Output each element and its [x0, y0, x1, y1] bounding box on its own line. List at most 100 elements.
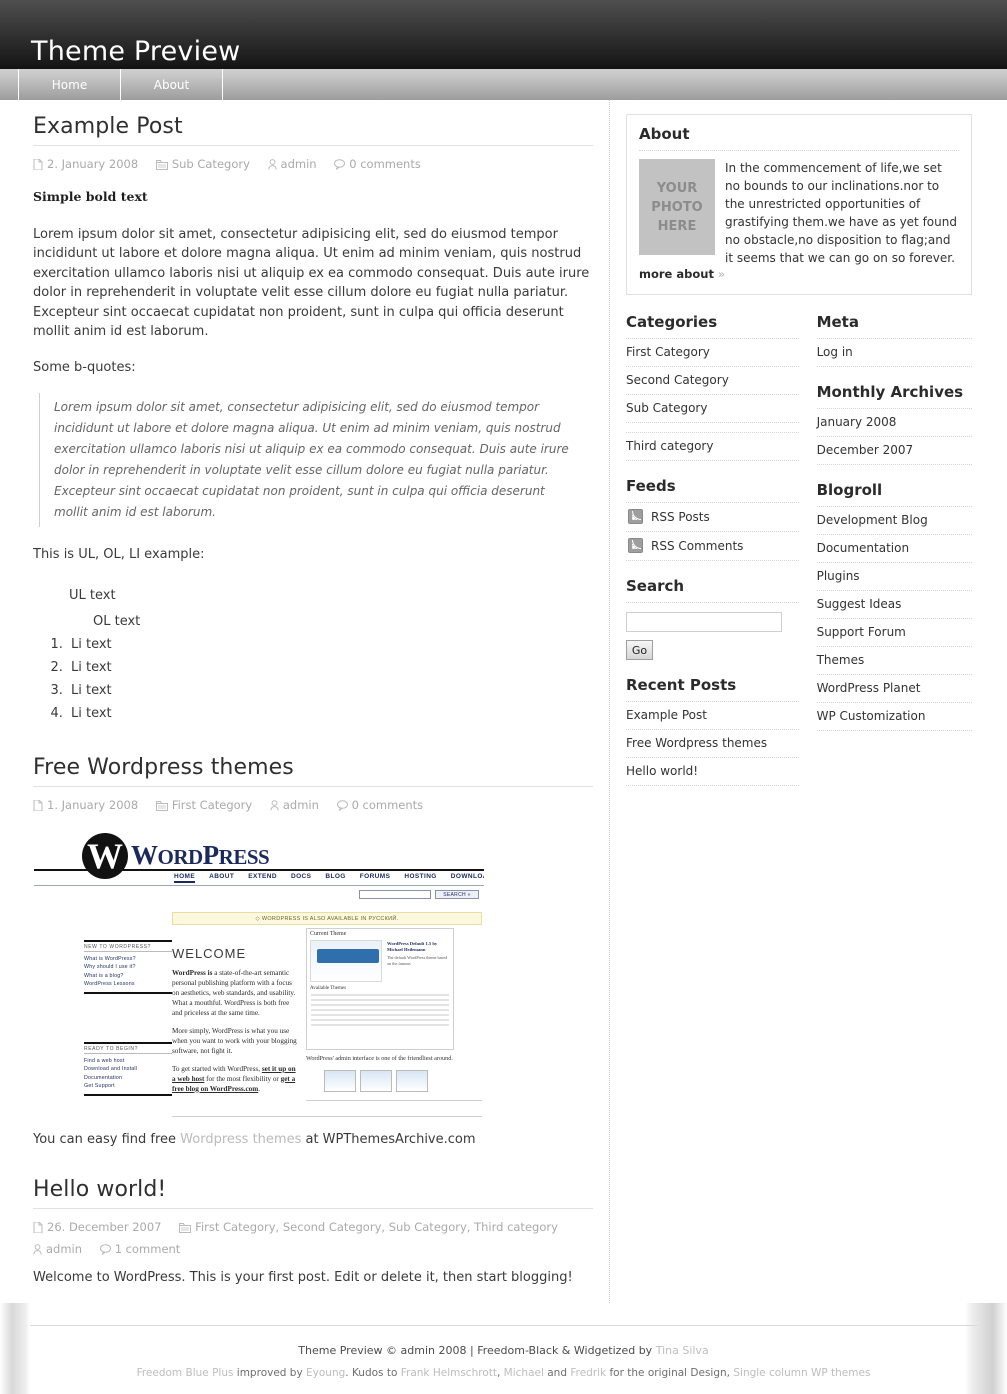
- post-date: 1. January 2008: [47, 797, 139, 812]
- chevron-right-icon: »: [717, 267, 725, 281]
- li-item-1: Li text: [67, 633, 593, 656]
- blogroll-link[interactable]: WordPress Planet: [817, 681, 921, 695]
- search-input[interactable]: [626, 612, 782, 632]
- post-meta: 1. January 2008 First Category admin 0 c…: [33, 794, 593, 816]
- list-item[interactable]: Development Blog: [816, 507, 972, 535]
- list-item[interactable]: Support Forum: [816, 619, 972, 647]
- wp-side-rule: [84, 1093, 172, 1096]
- post-comments-link[interactable]: 0 comments: [349, 157, 421, 171]
- wp-nav-extend: EXTEND: [248, 872, 277, 880]
- wp-side-link: Why should I use it?: [84, 964, 136, 970]
- blogroll-link[interactable]: Themes: [817, 653, 865, 667]
- list-item[interactable]: Example Post: [626, 702, 799, 730]
- category-link[interactable]: Sub Category: [626, 401, 707, 415]
- wp-bottom-rule: [34, 884, 484, 886]
- wp-rule-b: [172, 1115, 482, 1117]
- list-item[interactable]: Hello world!: [626, 758, 799, 786]
- meta-comments-chunk: 1 comment: [99, 1242, 181, 1256]
- list-item[interactable]: Plugins: [816, 563, 972, 591]
- wp-copy-p1: WordPress is a state-of-the-art semantic…: [172, 968, 300, 1018]
- nav-item-about[interactable]: About: [120, 69, 223, 100]
- widget-meta: Meta Log in: [816, 313, 972, 367]
- wp-copy-mid: for the most flexibility or: [204, 1074, 281, 1083]
- wp-panel-sub2: The default WordPress theme based on the…: [387, 954, 448, 966]
- nested-list: OL text: [93, 610, 593, 633]
- li-item-3: Li text: [67, 679, 593, 702]
- login-link[interactable]: Log in: [817, 345, 853, 359]
- list-item[interactable]: Third category: [626, 433, 799, 461]
- wp-side-links: NEW TO WORDPRESS? What is WordPress? Why…: [84, 939, 172, 1096]
- category-link[interactable]: Third category: [626, 439, 713, 453]
- post-title[interactable]: Example Post: [33, 114, 593, 146]
- post-body: Simple bold text Lorem ipsum dolor sit a…: [33, 187, 593, 725]
- list-item[interactable]: Suggest Ideas: [816, 591, 972, 619]
- blogroll-link[interactable]: Plugins: [817, 569, 860, 583]
- widget-feeds: Feeds RSS Posts RSS Comments: [626, 477, 799, 561]
- footer-michael-link[interactable]: Michael: [504, 1367, 544, 1379]
- post-comments-link[interactable]: 1 comment: [115, 1242, 181, 1256]
- archive-link[interactable]: January 2008: [817, 415, 897, 429]
- wordpress-homepage-screenshot[interactable]: W WORDPRESS HOME ABOUT EXTEND DOCS BLOG …: [34, 827, 484, 1118]
- post-title[interactable]: Hello world!: [33, 1177, 593, 1209]
- note-before: You can easy find free: [33, 1131, 181, 1147]
- footer-line-1: Theme Preview © admin 2008 | Freedom-Bla…: [30, 1340, 977, 1362]
- meta-category-chunk: Sub Category: [155, 157, 254, 171]
- list-item[interactable]: RSS Posts: [626, 503, 799, 532]
- list-item[interactable]: December 2007: [816, 437, 972, 465]
- list-item[interactable]: Free Wordpress themes: [626, 730, 799, 758]
- recent-post-link[interactable]: Hello world!: [626, 764, 698, 778]
- recent-post-link[interactable]: Free Wordpress themes: [626, 736, 767, 750]
- list-item[interactable]: Themes: [816, 647, 972, 675]
- list-item[interactable]: Second Category: [626, 367, 799, 395]
- wp-side-link: Get Support: [84, 1083, 115, 1089]
- category-link[interactable]: First Category: [626, 345, 710, 359]
- list-item[interactable]: Log in: [816, 339, 972, 367]
- footer-fredrik-link[interactable]: Fredrik: [570, 1367, 606, 1379]
- search-go-button[interactable]: Go: [626, 640, 653, 660]
- blogroll-link[interactable]: Development Blog: [817, 513, 928, 527]
- footer-t4: and: [543, 1367, 571, 1379]
- list-item[interactable]: Documentation: [816, 535, 972, 563]
- category-link[interactable]: Second Category: [626, 373, 729, 387]
- footer-frank-link[interactable]: Frank Helmschrott: [401, 1367, 497, 1379]
- photo-line-1: YOUR: [656, 180, 698, 196]
- list-item[interactable]: WP Customization: [816, 703, 972, 731]
- primary-navigation: Home About: [0, 69, 1007, 100]
- more-about-link[interactable]: more about »: [639, 267, 725, 281]
- sidebar-widget-columns: Categories First Category Second Categor…: [626, 313, 972, 802]
- post-categories[interactable]: First Category, Second Category, Sub Cat…: [195, 1220, 558, 1234]
- post-date: 26. December 2007: [47, 1219, 162, 1234]
- wp-panel-list-title: Available Themes: [310, 985, 347, 991]
- blogroll-link[interactable]: WP Customization: [817, 709, 926, 723]
- footer-eyoung-link[interactable]: Eyoung: [306, 1367, 345, 1379]
- wp-nav-forums: FORUMS: [359, 872, 391, 880]
- recent-post-link[interactable]: Example Post: [626, 708, 707, 722]
- user-icon: [33, 1243, 42, 1255]
- list-item[interactable]: First Category: [626, 339, 799, 367]
- post-categories[interactable]: Sub Category: [172, 157, 250, 171]
- wp-side-heading-2: READY TO BEGIN?: [84, 1041, 172, 1054]
- list-item[interactable]: RSS Comments: [626, 532, 799, 561]
- document-icon: [33, 1221, 43, 1233]
- footer-theme-link[interactable]: Freedom Blue Plus: [137, 1367, 234, 1379]
- footer-single-column-link[interactable]: Single column WP themes: [733, 1367, 870, 1379]
- nav-item-home[interactable]: Home: [18, 69, 121, 100]
- wordpress-themes-link[interactable]: Wordpress themes: [180, 1132, 301, 1147]
- blogroll-link[interactable]: Support Forum: [817, 625, 906, 639]
- recent-posts-list: Example Post Free Wordpress themes Hello…: [626, 702, 799, 786]
- post-title[interactable]: Free Wordpress themes: [33, 755, 593, 787]
- post-author: admin: [282, 797, 319, 812]
- feed-link[interactable]: RSS Comments: [651, 539, 743, 553]
- archive-link[interactable]: December 2007: [817, 443, 914, 457]
- post-paragraph-1: Lorem ipsum dolor sit amet, consectetur …: [33, 226, 590, 340]
- feed-link[interactable]: RSS Posts: [651, 510, 710, 524]
- post-categories[interactable]: First Category: [172, 798, 252, 812]
- list-item[interactable]: January 2008: [816, 409, 972, 437]
- footer-author-link[interactable]: Tina Silva: [656, 1344, 709, 1357]
- wp-side-link: What is WordPress?: [84, 955, 136, 962]
- list-item[interactable]: Sub Category: [626, 395, 799, 423]
- list-item[interactable]: WordPress Planet: [816, 675, 972, 703]
- blogroll-link[interactable]: Documentation: [817, 541, 910, 555]
- post-comments-link[interactable]: 0 comments: [352, 798, 424, 812]
- blogroll-link[interactable]: Suggest Ideas: [817, 597, 902, 611]
